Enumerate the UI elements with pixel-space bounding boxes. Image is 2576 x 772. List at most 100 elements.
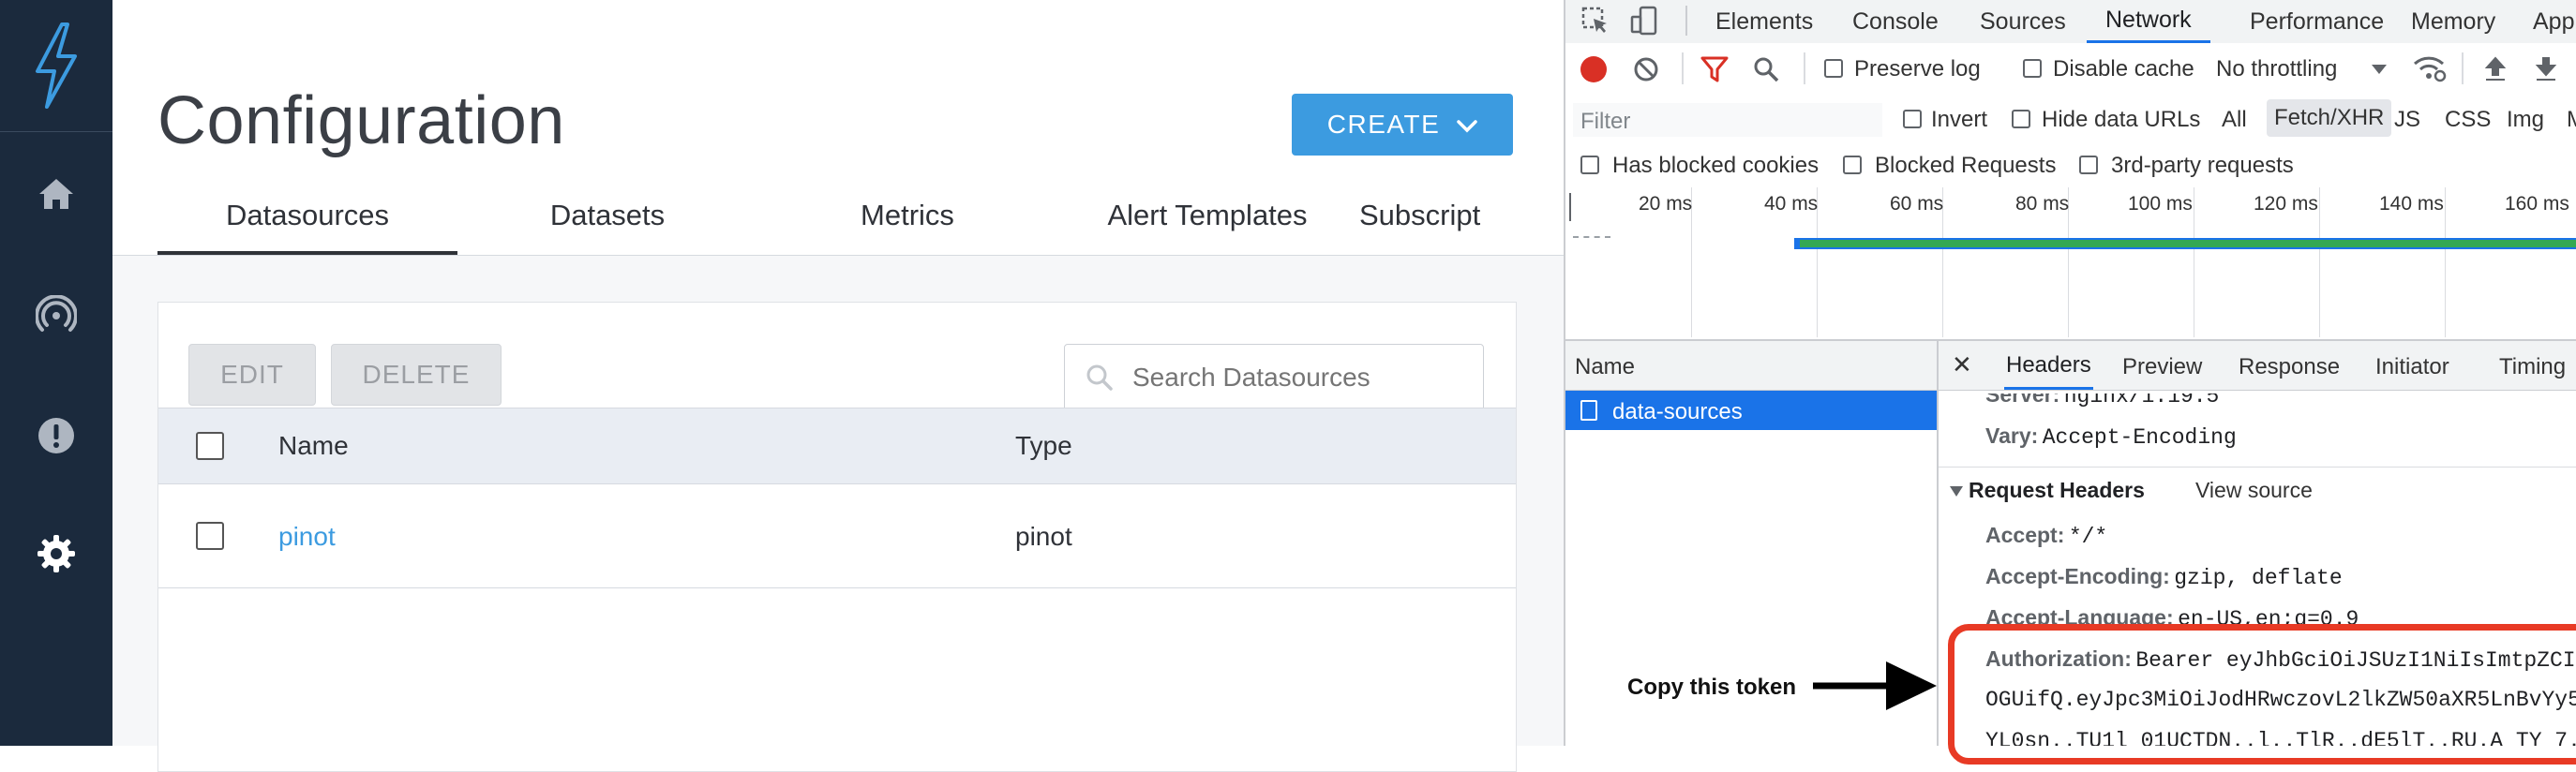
request-headers-title[interactable]: Request Headers — [1969, 478, 2145, 503]
toolbar-divider — [1682, 52, 1684, 84]
header-key: Accept-Encoding: — [1985, 564, 2170, 588]
tick-label: 60 ms — [1890, 193, 1944, 215]
response-header-vary: Vary: Accept-Encoding — [1985, 423, 2237, 450]
device-toolbar-icon[interactable] — [1629, 6, 1659, 40]
invert-label: Invert — [1931, 107, 1988, 132]
devtools-tab-network[interactable]: Network — [2087, 0, 2210, 43]
filter-input[interactable]: Filter — [1573, 103, 1882, 135]
search-icon[interactable] — [1753, 56, 1779, 87]
tab-metrics[interactable]: Metrics — [757, 199, 1057, 255]
download-icon[interactable] — [2535, 56, 2557, 87]
throttling-select[interactable]: No throttling — [2216, 56, 2337, 82]
details-tab-bar: ✕ Headers Preview Response Initiator Tim… — [1939, 341, 2576, 391]
header-value: Accept-Encoding — [2042, 425, 2237, 450]
blocked-requests-label: Blocked Requests — [1875, 153, 2057, 178]
tick-label: 20 ms — [1639, 193, 1693, 215]
search-input[interactable] — [1131, 362, 1472, 393]
header-value: */* — [2068, 525, 2108, 549]
request-row-data-sources[interactable]: data-sources — [1565, 391, 1937, 430]
third-party-requests-checkbox[interactable] — [2079, 156, 2098, 174]
details-tab-headers[interactable]: Headers — [2004, 341, 2093, 390]
devtools-tab-sources[interactable]: Sources — [1980, 0, 2066, 43]
edit-button[interactable]: EDIT — [188, 344, 316, 406]
home-icon[interactable] — [0, 161, 112, 227]
details-tab-response[interactable]: Response — [2239, 354, 2340, 380]
select-all-checkbox[interactable] — [196, 432, 224, 460]
row-checkbox[interactable] — [196, 522, 224, 550]
devtools-tab-application[interactable]: App — [2533, 0, 2574, 43]
disable-cache-checkbox[interactable] — [2023, 59, 2042, 78]
header-key: Vary: — [1985, 423, 2039, 448]
tick-label: 120 ms — [2254, 193, 2318, 215]
name-column-header[interactable]: Name — [1575, 354, 1635, 380]
invert-checkbox[interactable] — [1903, 110, 1922, 128]
column-header-type[interactable]: Type — [1015, 431, 1072, 461]
tab-subscriptions[interactable]: Subscript — [1357, 199, 1564, 255]
logo-bolt-icon[interactable] — [0, 19, 112, 112]
header-value: gzip, deflate — [2174, 566, 2343, 590]
caret-down-icon[interactable] — [2372, 64, 2387, 81]
type-filter-fetch-xhr[interactable]: Fetch/XHR — [2267, 99, 2392, 137]
search-box[interactable] — [1064, 344, 1484, 411]
chevron-down-icon — [1457, 110, 1477, 140]
gear-icon[interactable] — [0, 521, 112, 586]
details-tab-timing[interactable]: Timing — [2499, 354, 2566, 380]
tick-label: 40 ms — [1764, 193, 1819, 215]
type-filter-js[interactable]: JS — [2394, 107, 2420, 133]
broadcast-icon[interactable] — [0, 283, 112, 349]
hide-data-urls-checkbox[interactable] — [2012, 110, 2030, 128]
create-button[interactable]: CREATE — [1292, 94, 1513, 156]
tab-datasources[interactable]: Datasources — [157, 199, 457, 255]
devtools-tab-elements[interactable]: Elements — [1715, 0, 1813, 43]
document-icon — [1580, 400, 1597, 421]
tick-label: 100 ms — [2128, 193, 2193, 215]
tab-datasets[interactable]: Datasets — [457, 199, 757, 255]
type-filter-img[interactable]: Img — [2507, 107, 2544, 133]
toolbar-divider — [1804, 52, 1805, 84]
timeline-handle[interactable] — [1569, 193, 1571, 221]
hide-data-urls-label: Hide data URLs — [2042, 107, 2201, 132]
inspect-element-icon[interactable] — [1580, 6, 1610, 40]
type-filter-css[interactable]: CSS — [2445, 107, 2491, 133]
network-conditions-icon[interactable] — [2413, 54, 2447, 87]
tab-alert-templates[interactable]: Alert Templates — [1057, 199, 1357, 255]
page-title: Configuration — [157, 83, 565, 158]
record-icon[interactable] — [1580, 56, 1607, 82]
upload-icon[interactable] — [2484, 56, 2507, 87]
blocked-filter-bar: Has blocked cookies Blocked Requests 3rd… — [1565, 144, 2576, 188]
arrow-right-icon — [1811, 658, 1939, 719]
blocked-requests-checkbox[interactable] — [1843, 156, 1862, 174]
toolbar-divider — [1685, 6, 1687, 36]
tick-line — [2319, 187, 2320, 337]
request-timing-bar — [1794, 238, 2576, 249]
table-header: Name Type — [158, 408, 1516, 484]
preserve-log-checkbox[interactable] — [1824, 59, 1843, 78]
tick-line — [2445, 187, 2446, 337]
filter-icon[interactable] — [1700, 56, 1729, 87]
close-icon[interactable]: ✕ — [1952, 350, 1972, 379]
toolbar-divider — [2462, 52, 2464, 84]
devtools-tab-console[interactable]: Console — [1852, 0, 1939, 43]
clear-icon[interactable] — [1633, 56, 1659, 87]
view-source-link[interactable]: View source — [2195, 478, 2313, 503]
column-header-name[interactable]: Name — [278, 431, 349, 461]
tick-label: 160 ms — [2505, 193, 2569, 215]
devtools-tab-bar: Elements Console Sources Network Perform… — [1565, 0, 2576, 44]
type-filter-all[interactable]: All — [2222, 107, 2247, 133]
devtools-tab-memory[interactable]: Memory — [2411, 0, 2495, 43]
table-row: pinot pinot — [158, 484, 1516, 588]
tick-label: 80 ms — [2015, 193, 2070, 215]
timeline-dots — [1573, 236, 1610, 240]
filter-input-box[interactable]: Filter — [1573, 103, 1882, 137]
triangle-down-icon[interactable] — [1950, 485, 1963, 502]
devtools-tab-performance[interactable]: Performance — [2250, 0, 2384, 43]
datasources-panel: EDIT DELETE Name Type pinot pinot — [157, 302, 1517, 772]
details-tab-preview[interactable]: Preview — [2122, 354, 2202, 380]
filter-bar: Filter Invert Hide data URLs All Fetch/X… — [1565, 96, 2576, 144]
delete-button[interactable]: DELETE — [331, 344, 502, 406]
alert-icon[interactable] — [0, 403, 112, 468]
type-filter-media[interactable]: M — [2567, 107, 2576, 133]
datasource-name-link[interactable]: pinot — [278, 522, 336, 552]
details-tab-initiator[interactable]: Initiator — [2375, 354, 2449, 380]
has-blocked-cookies-checkbox[interactable] — [1580, 156, 1599, 174]
